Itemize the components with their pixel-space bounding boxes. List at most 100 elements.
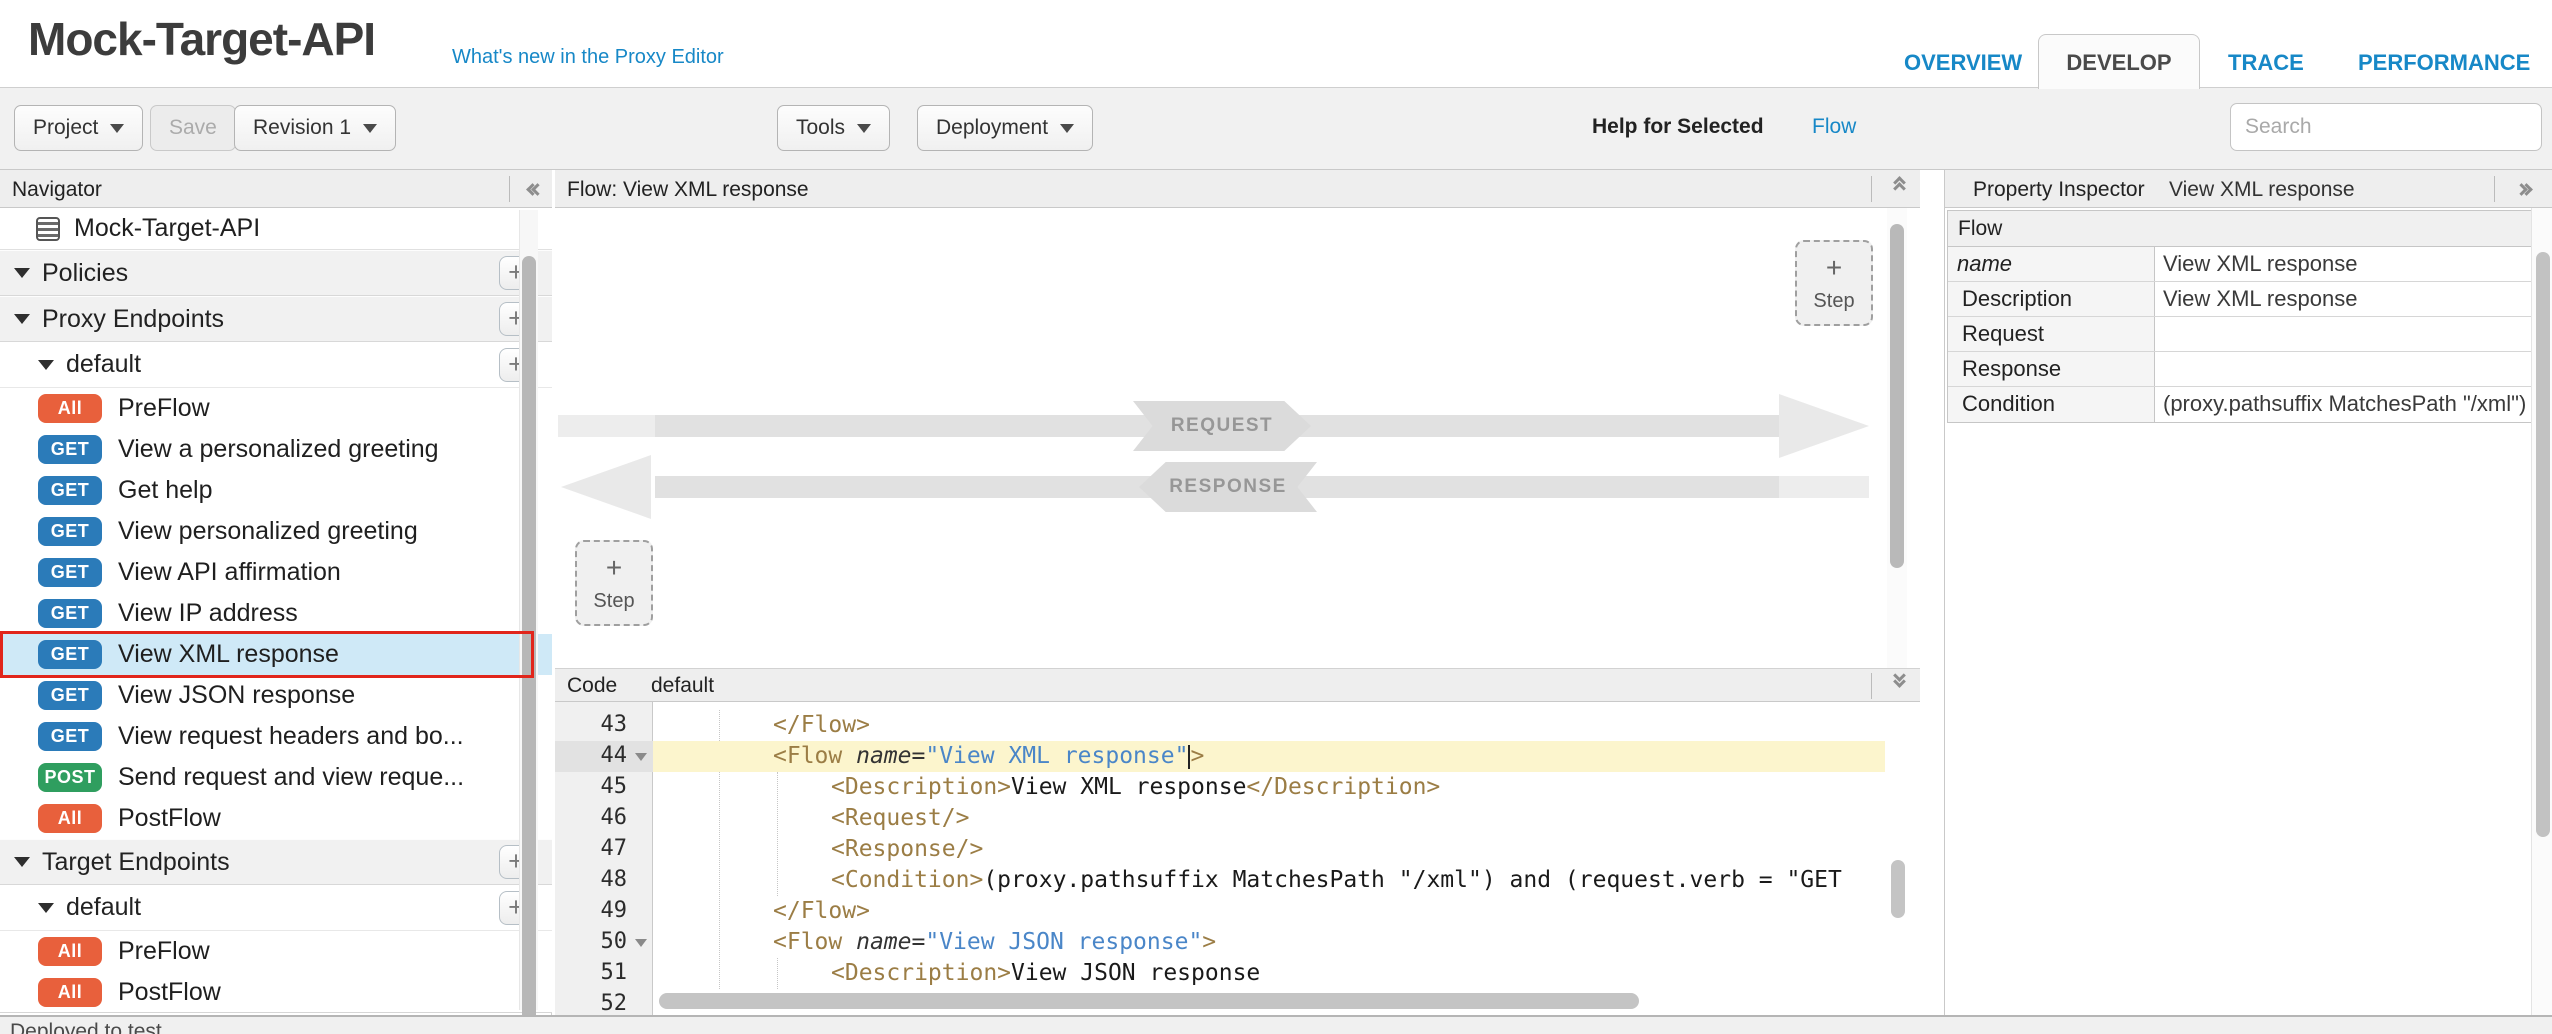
collapse-code-panel-icon[interactable] bbox=[1895, 674, 1904, 686]
code-editor[interactable]: 43 44 45 46 47 48 49 50 51 52 </Flow> <F… bbox=[555, 702, 1920, 1015]
fold-caret-icon[interactable] bbox=[635, 939, 647, 947]
tools-menu-button[interactable]: Tools bbox=[777, 105, 890, 151]
response-arrowhead-icon bbox=[561, 455, 651, 519]
nav-flow-get-help[interactable]: GET Get help bbox=[0, 470, 552, 511]
flow-canvas-scrollbar-thumb[interactable] bbox=[1890, 224, 1904, 568]
disclosure-triangle-icon[interactable] bbox=[14, 857, 30, 867]
property-label: Condition bbox=[1948, 387, 2154, 422]
divider bbox=[1871, 673, 1872, 699]
tab-trace[interactable]: TRACE bbox=[2228, 50, 2304, 76]
navigator-tree: Mock-Target-API Policies + Proxy Endpoin… bbox=[0, 208, 552, 1013]
method-badge-get: GET bbox=[38, 722, 102, 751]
property-row-response: Response bbox=[1948, 352, 2532, 387]
code-line: </Flow> bbox=[653, 710, 1885, 741]
request-ribbon: REQUEST bbox=[1133, 401, 1311, 451]
fold-caret-icon[interactable] bbox=[635, 753, 647, 761]
plus-icon: + bbox=[606, 554, 622, 582]
code-line: </Flow> bbox=[653, 896, 1885, 927]
disclosure-triangle-icon[interactable] bbox=[14, 268, 30, 278]
nav-section-target-endpoints[interactable]: Target Endpoints + bbox=[0, 839, 552, 885]
nav-proxy-endpoint-default[interactable]: default + bbox=[0, 342, 552, 388]
property-value-field[interactable]: View XML response bbox=[2154, 282, 2532, 316]
method-badge-get: GET bbox=[38, 517, 102, 546]
add-step-button-request[interactable]: + Step bbox=[575, 540, 653, 626]
save-button[interactable]: Save bbox=[150, 105, 236, 151]
line-number: 50 bbox=[601, 929, 628, 954]
flow-panel-title: Flow: View XML response bbox=[567, 178, 809, 202]
expand-panel-icon[interactable] bbox=[2517, 181, 2531, 199]
help-flow-link[interactable]: Flow bbox=[1812, 115, 1856, 139]
add-step-button-response[interactable]: + Step bbox=[1795, 240, 1873, 326]
property-inspector-scrollbar-thumb[interactable] bbox=[2536, 252, 2550, 837]
property-value-field[interactable]: View XML response bbox=[2154, 247, 2532, 281]
method-badge-get: GET bbox=[38, 681, 102, 710]
property-value-field[interactable] bbox=[2154, 317, 2532, 351]
code-horizontal-scrollbar-thumb[interactable] bbox=[659, 993, 1639, 1009]
code-line: <Description>View JSON response bbox=[653, 958, 1885, 989]
nav-target-preflow[interactable]: All PreFlow bbox=[0, 931, 552, 972]
nav-flow-postflow[interactable]: All PostFlow bbox=[0, 798, 552, 839]
collapse-panel-icon[interactable] bbox=[528, 181, 542, 199]
navigator-panel: Navigator Mock-Target-API Policies + bbox=[0, 170, 552, 1034]
code-line-active: <Flow name="View XML response"> bbox=[653, 741, 1885, 772]
flow-canvas-scrollbar[interactable] bbox=[1887, 208, 1907, 668]
caret-down-icon bbox=[363, 124, 377, 133]
nav-target-postflow[interactable]: All PostFlow bbox=[0, 972, 552, 1013]
deployed-to-test-label: Deployed to test bbox=[10, 1020, 162, 1034]
code-line: <Response/> bbox=[653, 834, 1885, 865]
disclosure-triangle-icon[interactable] bbox=[38, 903, 54, 913]
property-inspector-title: Property Inspector bbox=[1973, 178, 2145, 202]
response-ribbon: RESPONSE bbox=[1139, 462, 1317, 512]
nav-flow-view-api-affirmation[interactable]: GET View API affirmation bbox=[0, 552, 552, 593]
disclosure-triangle-icon[interactable] bbox=[38, 360, 54, 370]
property-value-field[interactable] bbox=[2154, 352, 2532, 386]
code-gutter: 43 44 45 46 47 48 49 50 51 52 bbox=[555, 702, 653, 1015]
line-number: 47 bbox=[601, 836, 628, 861]
method-badge-get: GET bbox=[38, 435, 102, 464]
property-label: Description bbox=[1948, 282, 2154, 316]
nav-target-endpoint-default[interactable]: default + bbox=[0, 885, 552, 931]
search-input[interactable] bbox=[2230, 103, 2542, 151]
tab-overview[interactable]: OVERVIEW bbox=[1904, 50, 2022, 76]
nav-flow-view-a-personalized-greeting[interactable]: GET View a personalized greeting bbox=[0, 429, 552, 470]
revision-menu-button[interactable]: Revision 1 bbox=[234, 105, 396, 151]
app-header: Mock-Target-API What's new in the Proxy … bbox=[0, 0, 2552, 88]
tab-develop[interactable]: DEVELOP bbox=[2038, 34, 2200, 89]
nav-flow-view-personalized-greeting[interactable]: GET View personalized greeting bbox=[0, 511, 552, 552]
code-vertical-scrollbar-thumb[interactable] bbox=[1891, 860, 1905, 918]
property-row-name: name View XML response bbox=[1948, 247, 2532, 282]
flow-diagram-canvas: + Step REQUEST RESPONSE + bbox=[555, 208, 1920, 668]
code-line: <Description>View XML response</Descript… bbox=[653, 772, 1885, 803]
property-group-flow: Flow bbox=[1948, 211, 2532, 247]
navigator-scrollbar[interactable] bbox=[519, 210, 538, 1010]
nav-flow-preflow[interactable]: All PreFlow bbox=[0, 388, 552, 429]
selection-annotation-box bbox=[0, 631, 534, 678]
navigator-header: Navigator bbox=[0, 170, 552, 208]
nav-flow-view-json-response[interactable]: GET View JSON response bbox=[0, 675, 552, 716]
divider bbox=[1871, 176, 1872, 202]
plus-icon: + bbox=[1826, 254, 1842, 282]
project-menu-button[interactable]: Project bbox=[14, 105, 143, 151]
deployment-menu-button[interactable]: Deployment bbox=[917, 105, 1093, 151]
line-number: 49 bbox=[601, 898, 628, 923]
property-value-field[interactable]: (proxy.pathsuffix MatchesPath "/xml") an… bbox=[2154, 387, 2532, 422]
help-for-selected-label: Help for Selected bbox=[1592, 115, 1764, 139]
collapse-flow-panel-icon[interactable] bbox=[1895, 178, 1904, 190]
caret-down-icon bbox=[1060, 124, 1074, 133]
nav-flow-view-request-headers[interactable]: GET View request headers and bo... bbox=[0, 716, 552, 757]
nav-root-item[interactable]: Mock-Target-API bbox=[0, 208, 552, 250]
line-number: 48 bbox=[601, 867, 628, 892]
page-title: Mock-Target-API bbox=[28, 12, 375, 66]
tab-performance[interactable]: PERFORMANCE bbox=[2358, 50, 2530, 76]
line-number: 52 bbox=[601, 991, 628, 1015]
property-inspector-scrollbar[interactable] bbox=[2531, 208, 2552, 1015]
code-line: <Request/> bbox=[653, 803, 1885, 834]
nav-flow-view-ip-address[interactable]: GET View IP address bbox=[0, 593, 552, 634]
disclosure-triangle-icon[interactable] bbox=[14, 314, 30, 324]
nav-flow-send-request[interactable]: POST Send request and view reque... bbox=[0, 757, 552, 798]
property-label: Response bbox=[1948, 352, 2154, 386]
nav-section-proxy-endpoints[interactable]: Proxy Endpoints + bbox=[0, 296, 552, 342]
method-badge-all: All bbox=[38, 978, 102, 1007]
nav-section-policies[interactable]: Policies + bbox=[0, 250, 552, 296]
whats-new-link[interactable]: What's new in the Proxy Editor bbox=[452, 46, 724, 69]
